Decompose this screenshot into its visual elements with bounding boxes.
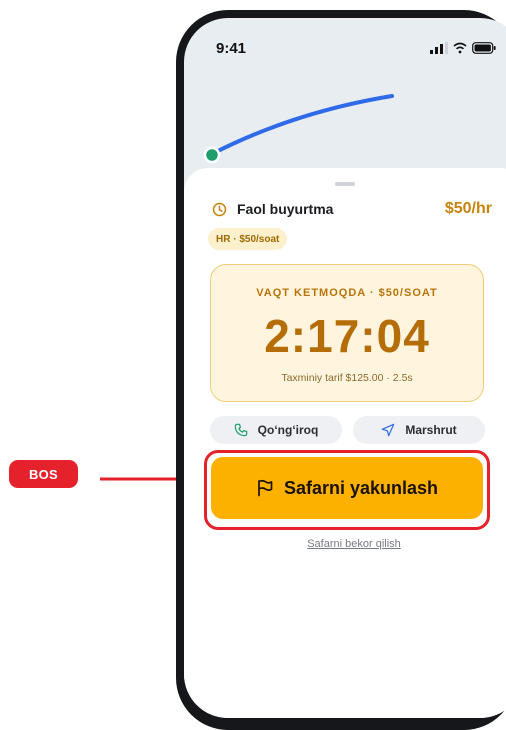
annotation-badge: BOS [9, 460, 78, 488]
navigation-icon [382, 423, 395, 437]
app-screen: 9:41 Faol buyurtma $50/hr HR · $50/soat … [184, 18, 506, 718]
clock-icon [212, 202, 227, 216]
sheet-drag-handle[interactable] [335, 182, 355, 186]
flag-icon [258, 479, 273, 497]
order-title: Faol buyurtma [237, 201, 334, 217]
status-time: 9:41 [216, 40, 247, 57]
call-button[interactable]: Qo‘ng‘iroq [210, 416, 342, 444]
status-bar: 9:41 [184, 18, 506, 62]
wifi-icon [453, 42, 467, 54]
route-label: Marshrut [405, 423, 457, 437]
rate-chip: HR · $50/soat [208, 228, 288, 250]
timer-value: 2:17:04 [264, 310, 430, 362]
call-label: Qo‘ng‘iroq [257, 423, 319, 437]
order-header: Faol buyurtma $50/hr [212, 198, 492, 220]
end-trip-label: Safarni yakunlash [283, 477, 439, 498]
battery-icon [472, 42, 496, 54]
timer-label: VAQT KETMOQDA · $50/SOAT [256, 287, 438, 299]
order-sheet: Faol buyurtma $50/hr HR · $50/soat VAQT … [184, 168, 506, 718]
cancel-trip-link[interactable]: Safarni bekor qilish [184, 538, 506, 550]
phone-icon [234, 423, 247, 437]
phone-frame: 9:41 Faol buyurtma $50/hr HR · $50/soat … [176, 10, 506, 730]
route-button[interactable]: Marshrut [353, 416, 485, 444]
fare-estimate: Taxminiy tarif $125.00 · 2.5s [281, 372, 413, 384]
end-trip-button[interactable]: Safarni yakunlash [211, 457, 483, 519]
route-map [203, 94, 394, 164]
timer-card: VAQT KETMOQDA · $50/SOAT 2:17:04 Taxmini… [210, 264, 484, 402]
order-price: $50/hr [444, 200, 492, 217]
signal-icon [430, 42, 448, 54]
